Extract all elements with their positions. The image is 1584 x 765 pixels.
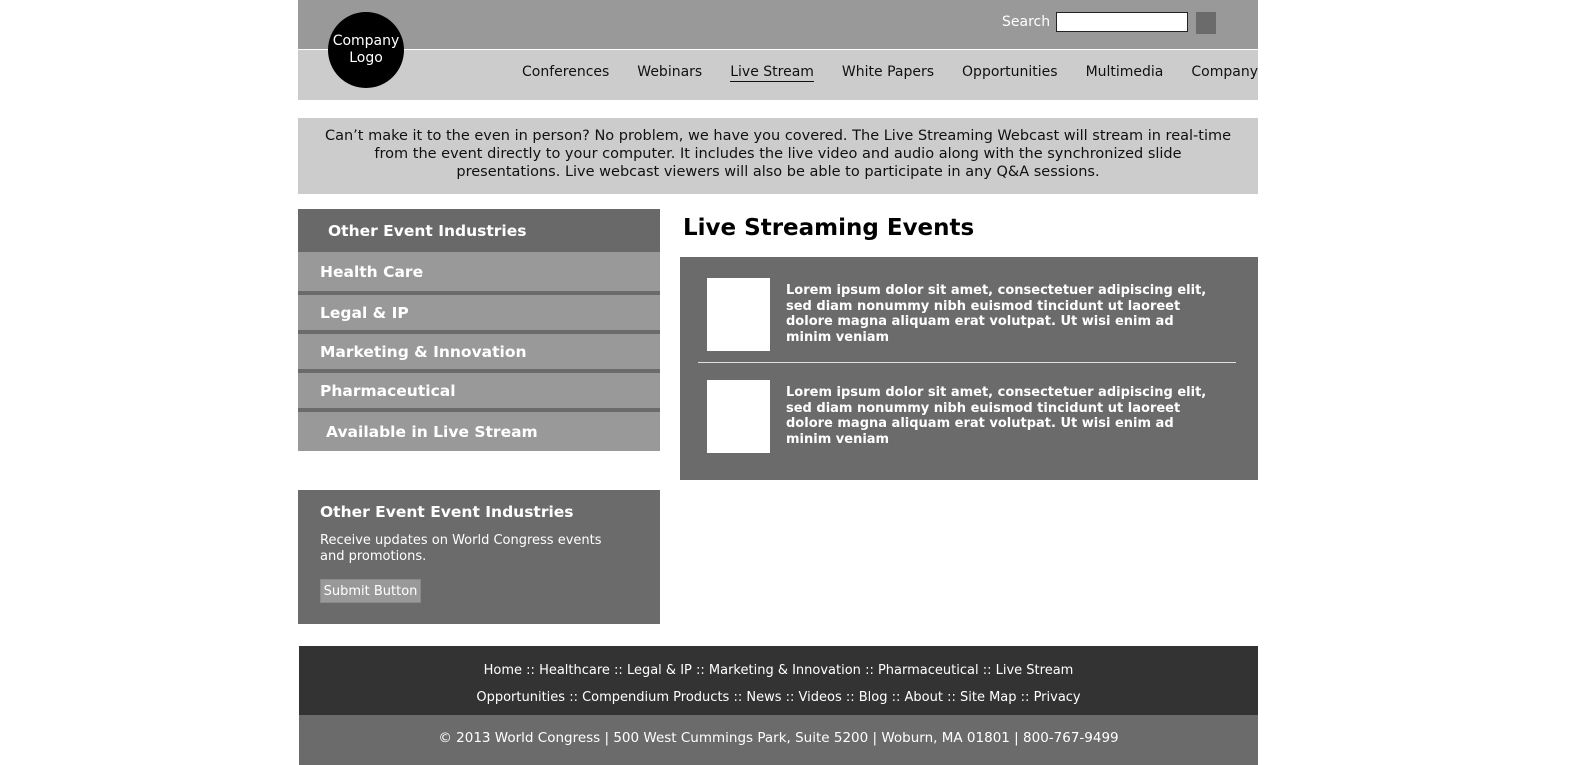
sidebar-item-label: Available in Live Stream (326, 422, 538, 441)
footer-separator: :: (609, 663, 627, 678)
footer-link-opportunities[interactable]: Opportunities (476, 684, 565, 711)
nav-company[interactable]: Company (1191, 64, 1258, 82)
footer-link-marketing-innovation[interactable]: Marketing & Innovation (709, 657, 861, 684)
footer-separator: :: (887, 690, 905, 705)
sidebar-item-health-care[interactable]: Health Care (298, 252, 660, 291)
footer-link-news[interactable]: News (746, 684, 781, 711)
footer-link-compendium-products[interactable]: Compendium Products (582, 684, 729, 711)
footer-link-home[interactable]: Home (484, 657, 522, 684)
event-description: Lorem ipsum dolor sit amet, consectetuer… (786, 283, 1207, 345)
footer-link-videos[interactable]: Videos (799, 684, 842, 711)
footer-row-1: Home :: Healthcare :: Legal & IP :: Mark… (299, 657, 1258, 684)
nav-webinars[interactable]: Webinars (637, 64, 702, 82)
footer-separator: :: (942, 690, 960, 705)
updates-text: Receive updates on World Congress events… (320, 533, 602, 564)
company-logo[interactable]: Company Logo (328, 12, 404, 88)
intro-text: Can’t make it to the even in person? No … (324, 128, 1232, 180)
updates-box: Other Event Event Industries Receive upd… (298, 490, 660, 624)
footer-link-about[interactable]: About (905, 684, 943, 711)
sidebar: Other Event Industries Health Care Legal… (298, 209, 660, 451)
footer-separator: :: (729, 690, 747, 705)
sidebar-item-marketing-innovation[interactable]: Marketing & Innovation (298, 330, 660, 369)
event-thumbnail[interactable] (707, 380, 770, 453)
footer-link-blog[interactable]: Blog (859, 684, 888, 711)
sidebar-item-pharmaceutical[interactable]: Pharmaceutical (298, 369, 660, 408)
footer-separator: :: (781, 690, 799, 705)
sidebar-item-legal-ip[interactable]: Legal & IP (298, 291, 660, 330)
nav-white-papers[interactable]: White Papers (842, 64, 934, 82)
sidebar-header: Other Event Industries (298, 209, 660, 252)
footer-link-pharmaceutical[interactable]: Pharmaceutical (878, 657, 979, 684)
footer-separator: :: (860, 663, 878, 678)
sidebar-item-label: Health Care (320, 262, 424, 281)
footer-separator: :: (565, 690, 583, 705)
nav-multimedia[interactable]: Multimedia (1086, 64, 1164, 82)
page-title: Live Streaming Events (683, 215, 975, 241)
event-description: Lorem ipsum dolor sit amet, consectetuer… (786, 385, 1207, 447)
event-thumbnail[interactable] (707, 278, 770, 351)
footer-link-privacy[interactable]: Privacy (1034, 684, 1081, 711)
search-button[interactable] (1196, 12, 1216, 34)
footer-row-2: Opportunities :: Compendium Products :: … (299, 684, 1258, 711)
search-input[interactable] (1056, 12, 1188, 32)
sidebar-item-label: Marketing & Innovation (320, 342, 527, 361)
footer-separator: :: (978, 663, 996, 678)
footer-separator: :: (522, 663, 540, 678)
sidebar-item-label: Pharmaceutical (320, 381, 456, 400)
submit-button[interactable]: Submit Button (320, 579, 421, 603)
footer-link-site-map[interactable]: Site Map (960, 684, 1017, 711)
main-nav: Conferences Webinars Live Stream White P… (522, 64, 1258, 82)
footer-separator: :: (691, 663, 709, 678)
footer-link-live-stream[interactable]: Live Stream (996, 657, 1074, 684)
intro-banner: Can’t make it to the even in person? No … (298, 118, 1258, 194)
footer-copyright: © 2013 World Congress | 500 West Cumming… (299, 715, 1258, 765)
logo-text: Company Logo (332, 33, 400, 66)
divider (698, 362, 1236, 363)
search-label: Search (1002, 14, 1051, 30)
updates-title: Other Event Event Industries (320, 503, 574, 521)
nav-opportunities[interactable]: Opportunities (962, 64, 1058, 82)
events-panel: Lorem ipsum dolor sit amet, consectetuer… (680, 257, 1258, 480)
sidebar-item-available-live-stream[interactable]: Available in Live Stream (298, 408, 660, 451)
footer-separator: :: (841, 690, 859, 705)
footer-links: Home :: Healthcare :: Legal & IP :: Mark… (299, 646, 1258, 715)
footer-link-legal-ip[interactable]: Legal & IP (627, 657, 692, 684)
footer-link-healthcare[interactable]: Healthcare (539, 657, 610, 684)
copyright-text: © 2013 World Congress | 500 West Cumming… (438, 730, 1119, 746)
event-item[interactable]: Lorem ipsum dolor sit amet, consectetuer… (707, 278, 1227, 352)
nav-conferences[interactable]: Conferences (522, 64, 609, 82)
nav-live-stream[interactable]: Live Stream (730, 64, 814, 82)
sidebar-item-label: Legal & IP (320, 303, 409, 322)
event-item[interactable]: Lorem ipsum dolor sit amet, consectetuer… (707, 380, 1227, 454)
footer-separator: :: (1016, 690, 1034, 705)
